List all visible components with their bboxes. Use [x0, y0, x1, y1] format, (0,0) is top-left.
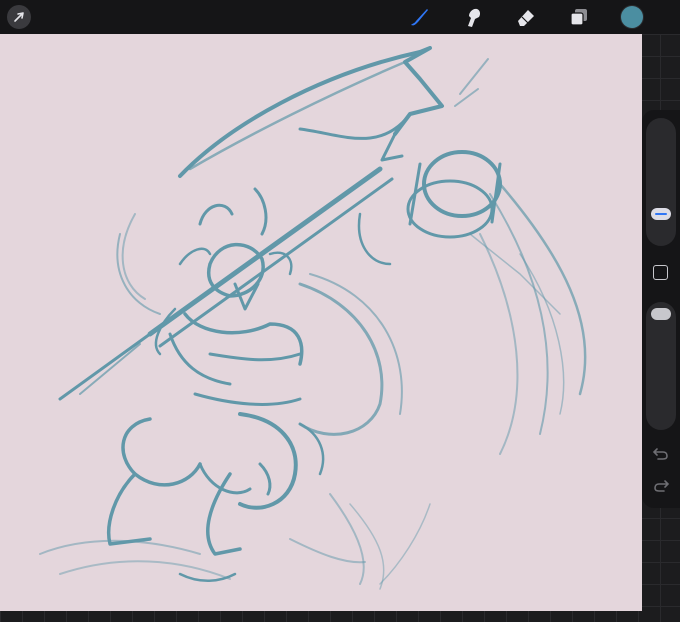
- drawing-canvas[interactable]: [0, 34, 642, 611]
- layers-tool-button[interactable]: [566, 4, 592, 30]
- redo-icon[interactable]: [652, 478, 670, 494]
- brush-icon: [411, 9, 428, 26]
- brush-size-indicator: [655, 213, 667, 215]
- brush-size-slider[interactable]: [646, 118, 676, 246]
- brush-tool-button[interactable]: [406, 4, 432, 30]
- eraser-tool-button[interactable]: [513, 4, 539, 30]
- side-toolbar: [642, 110, 680, 508]
- top-toolbar: [0, 0, 680, 34]
- color-picker-button[interactable]: [621, 6, 643, 28]
- opacity-slider[interactable]: [646, 302, 676, 430]
- cursor-arrow-icon: [14, 12, 24, 22]
- smudge-tool-button[interactable]: [460, 4, 486, 30]
- modify-button[interactable]: [653, 265, 668, 280]
- opacity-knob[interactable]: [651, 308, 671, 320]
- layers-icon: [570, 9, 587, 26]
- sketch-artwork: [39, 46, 587, 590]
- brush-size-knob[interactable]: [651, 208, 671, 220]
- eraser-icon: [518, 10, 534, 26]
- smudge-icon: [468, 8, 481, 28]
- actions-button[interactable]: [7, 5, 31, 29]
- undo-icon[interactable]: [652, 446, 670, 462]
